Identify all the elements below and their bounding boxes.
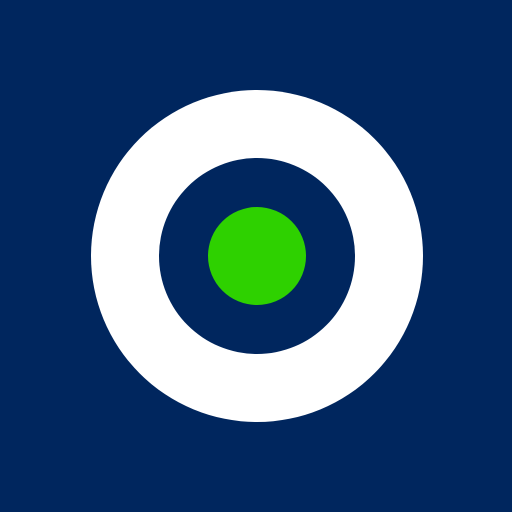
app-icon-canvas (0, 0, 512, 512)
target-icon (0, 0, 512, 512)
center-dot (208, 207, 306, 305)
